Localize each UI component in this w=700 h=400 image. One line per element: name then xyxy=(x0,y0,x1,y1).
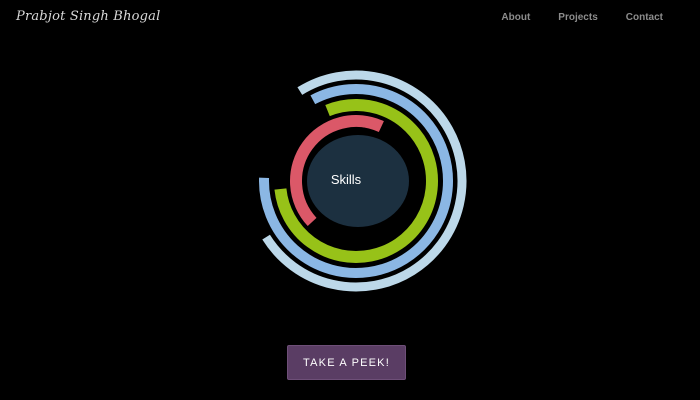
skills-rings-graphic: Skills xyxy=(236,66,476,296)
nav-contact-link[interactable]: Contact xyxy=(626,12,663,23)
main-nav: About Projects Contact xyxy=(501,12,663,23)
take-a-peek-button[interactable]: TAKE A PEEK! xyxy=(287,345,406,380)
nav-projects-link[interactable]: Projects xyxy=(558,12,597,23)
nav-about-link[interactable]: About xyxy=(501,12,530,23)
site-brand[interactable]: Prabjot Singh Bhogal xyxy=(16,9,161,24)
skills-label: Skills xyxy=(330,172,362,187)
